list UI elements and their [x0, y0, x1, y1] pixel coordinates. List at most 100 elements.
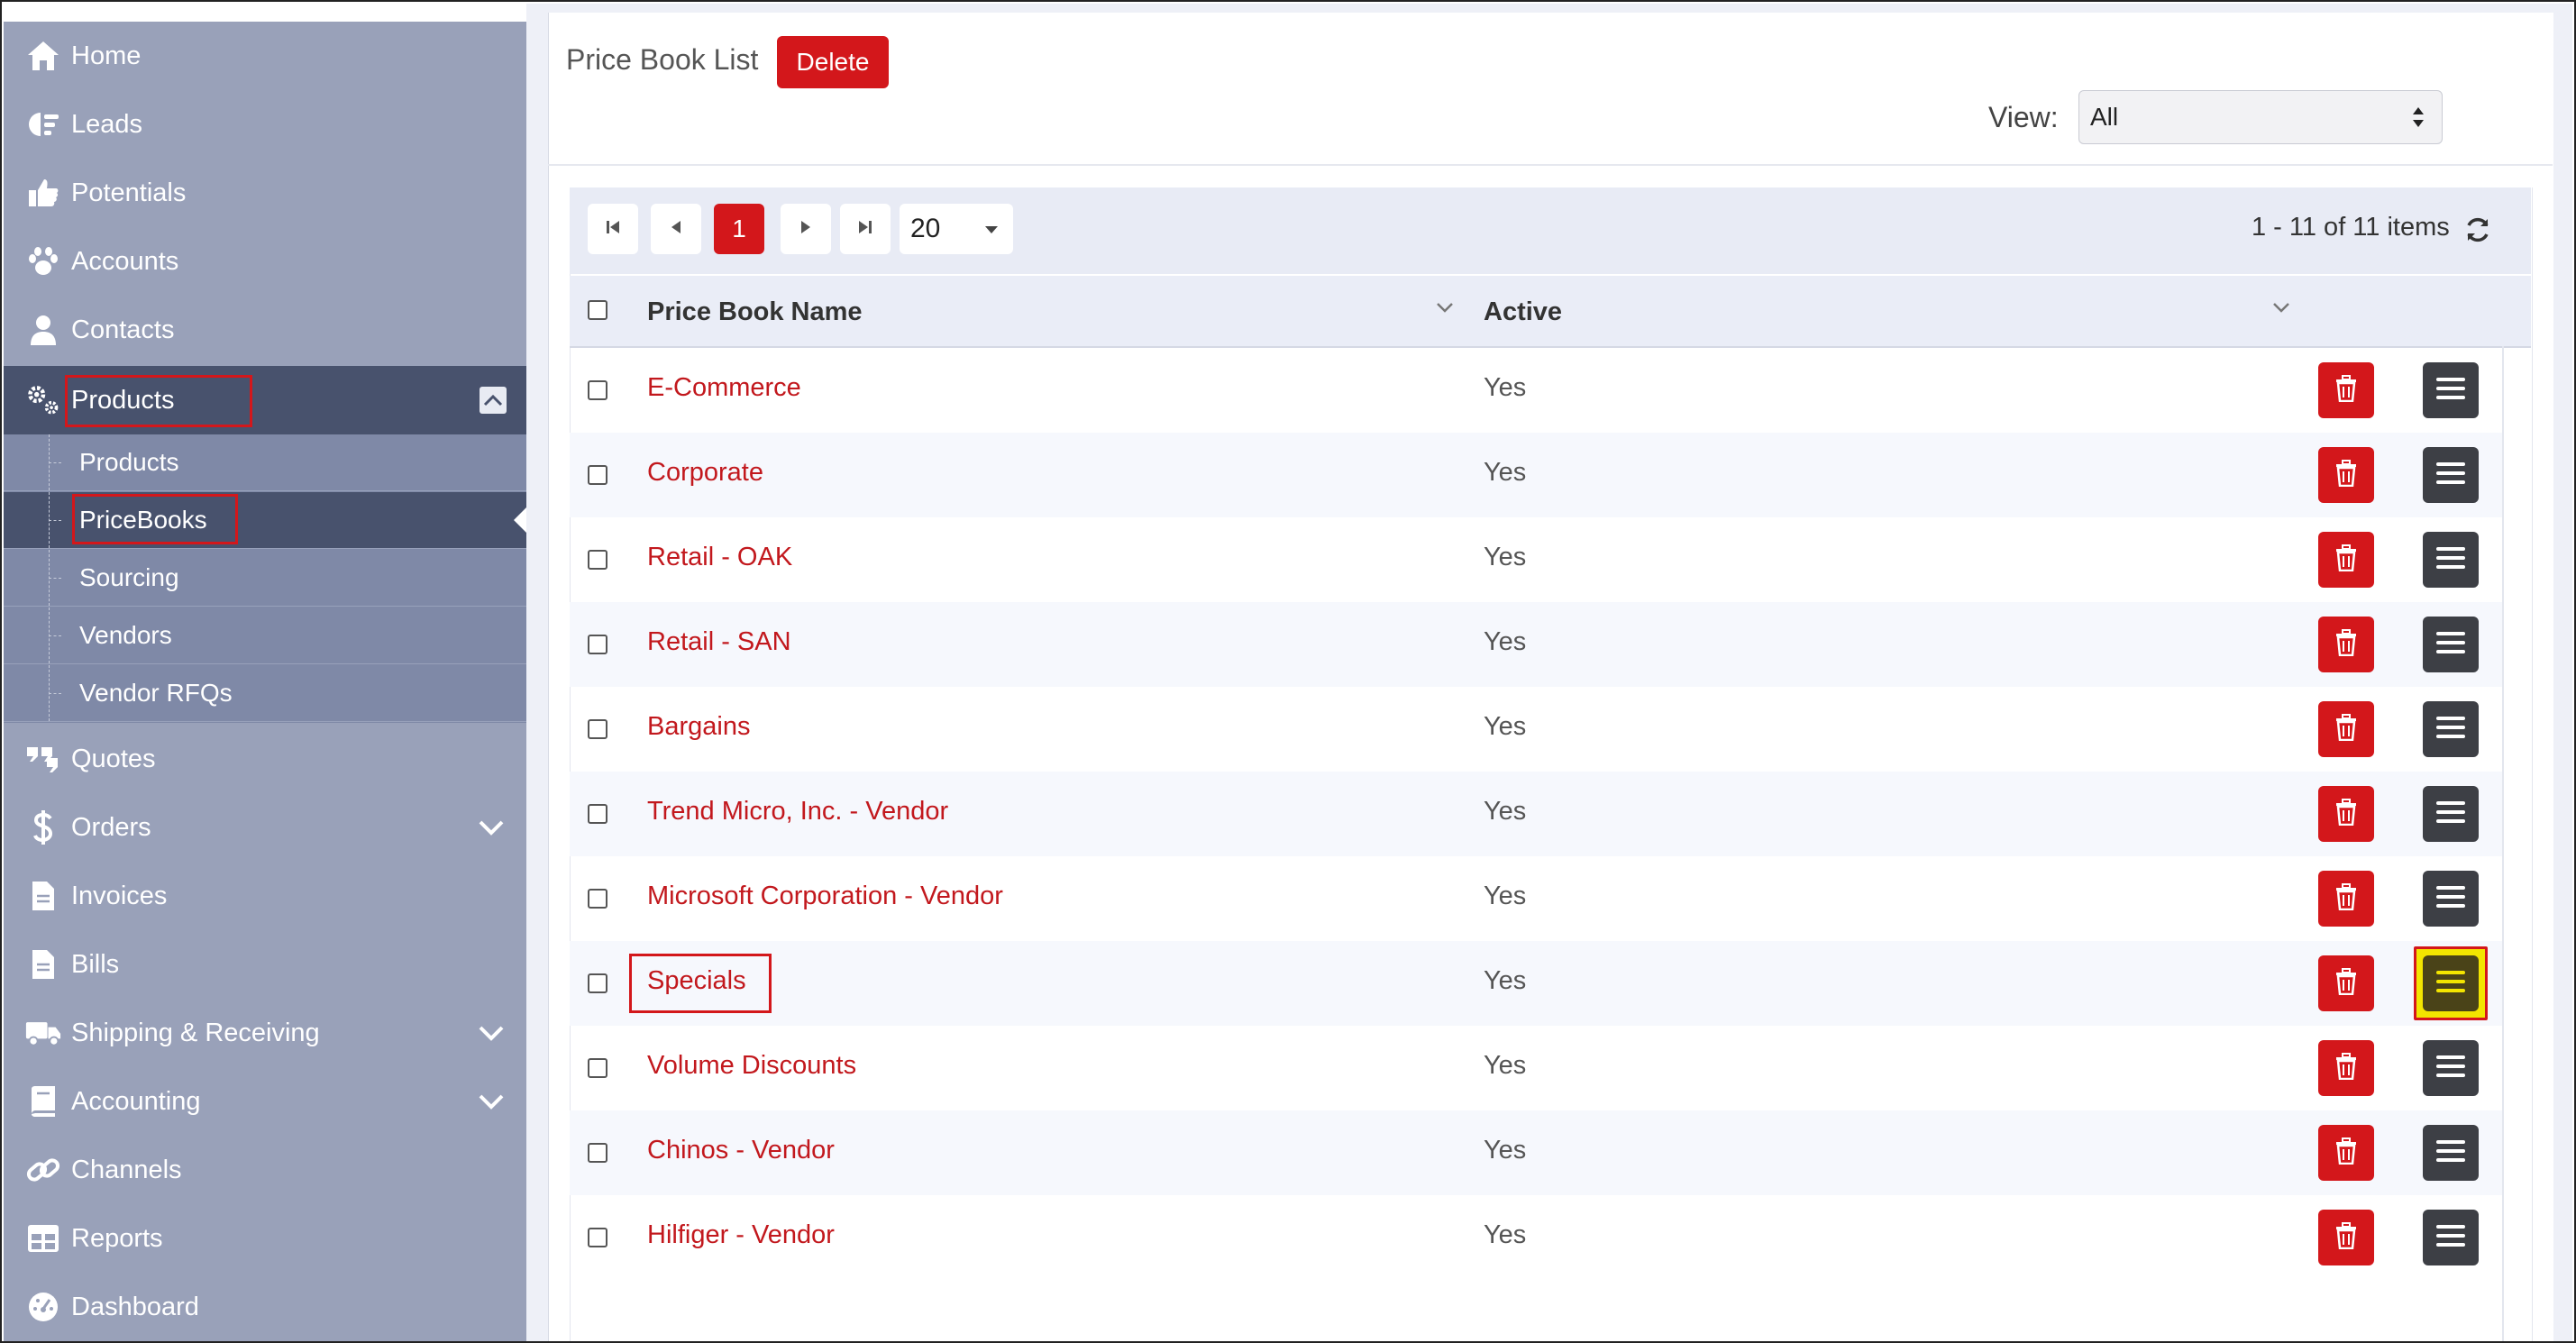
price-book-name-link[interactable]: Volume Discounts	[647, 1051, 856, 1081]
sidebar-item-bills[interactable]: Bills	[4, 930, 526, 999]
select-arrows-icon	[2411, 104, 2425, 134]
delete-button[interactable]: Delete	[777, 36, 889, 88]
row-checkbox[interactable]	[588, 380, 607, 400]
row-checkbox[interactable]	[588, 1228, 607, 1247]
row-menu-button[interactable]	[2423, 1125, 2479, 1181]
sidebar-item-label: Accounting	[71, 1086, 201, 1116]
price-book-name-link[interactable]: Retail - SAN	[647, 627, 791, 657]
row-checkbox[interactable]	[588, 1143, 607, 1163]
price-book-name-link[interactable]: E-Commerce	[647, 373, 801, 403]
column-menu-chevron-icon[interactable]	[2271, 301, 2291, 321]
sidebar-subitem-products[interactable]: Products	[4, 434, 526, 491]
trash-icon	[2334, 628, 2358, 661]
prev-page-button[interactable]	[651, 204, 701, 254]
sidebar-subitem-pricebooks[interactable]: PriceBooks	[4, 492, 526, 549]
delete-row-button[interactable]	[2318, 1040, 2374, 1096]
delete-row-button[interactable]	[2318, 362, 2374, 418]
row-checkbox[interactable]	[588, 973, 607, 993]
chevron-down-icon[interactable]	[476, 1086, 507, 1117]
row-menu-button[interactable]	[2423, 955, 2479, 1011]
price-book-name-link[interactable]: Bargains	[647, 712, 750, 742]
delete-row-button[interactable]	[2318, 617, 2374, 672]
view-select[interactable]: All	[2078, 90, 2443, 144]
sidebar-item-products[interactable]: Products	[4, 366, 526, 435]
grid-scrollbar-track[interactable]	[2502, 346, 2504, 1341]
row-checkbox[interactable]	[588, 465, 607, 485]
column-header-active[interactable]: Active	[1484, 297, 1562, 327]
user-icon	[25, 312, 61, 348]
chevron-down-icon[interactable]	[476, 1018, 507, 1048]
delete-row-button[interactable]	[2318, 1125, 2374, 1181]
sidebar-item-reports[interactable]: Reports	[4, 1204, 526, 1273]
column-header-name[interactable]: Price Book Name	[647, 297, 863, 327]
row-menu-button[interactable]	[2423, 617, 2479, 672]
active-value: Yes	[1484, 712, 1527, 741]
sidebar-item-label: Accounts	[71, 246, 179, 276]
row-checkbox[interactable]	[588, 1058, 607, 1078]
price-book-name-link[interactable]: Retail - OAK	[647, 543, 792, 572]
row-checkbox[interactable]	[588, 804, 607, 824]
price-book-name-link[interactable]: Trend Micro, Inc. - Vendor	[647, 797, 948, 827]
delete-row-button[interactable]	[2318, 1210, 2374, 1265]
delete-row-button[interactable]	[2318, 701, 2374, 757]
chevron-down-icon[interactable]	[476, 812, 507, 843]
row-checkbox[interactable]	[588, 719, 607, 739]
sidebar-subitem-vendors[interactable]: Vendors	[4, 608, 526, 664]
row-menu-button[interactable]	[2423, 871, 2479, 927]
price-book-name-link[interactable]: Chinos - Vendor	[647, 1136, 835, 1165]
page-size-select[interactable]: 20	[900, 204, 1013, 254]
sidebar-subitem-label: Sourcing	[79, 563, 179, 591]
hamburger-icon	[2435, 716, 2466, 744]
first-page-button[interactable]	[588, 204, 638, 254]
dollar-icon	[25, 809, 61, 845]
active-caret-icon	[514, 507, 526, 533]
document-icon	[25, 878, 61, 914]
sidebar-item-invoices[interactable]: Invoices	[4, 862, 526, 930]
row-menu-button[interactable]	[2423, 362, 2479, 418]
row-checkbox[interactable]	[588, 635, 607, 654]
row-checkbox[interactable]	[588, 550, 607, 570]
trash-icon	[2334, 374, 2358, 407]
hamburger-icon	[2435, 1055, 2466, 1083]
sidebar-item-leads[interactable]: Leads	[4, 90, 526, 159]
select-all-checkbox[interactable]	[588, 300, 607, 320]
column-menu-chevron-icon[interactable]	[1435, 301, 1455, 321]
row-menu-button[interactable]	[2423, 532, 2479, 588]
chevron-up-icon[interactable]	[480, 387, 507, 414]
sidebar-item-home[interactable]: Home	[4, 22, 526, 90]
sidebar-item-dashboard[interactable]: Dashboard	[4, 1273, 526, 1341]
sidebar-item-orders[interactable]: Orders	[4, 793, 526, 862]
sidebar-item-channels[interactable]: Channels	[4, 1136, 526, 1204]
sidebar-subitem-sourcing[interactable]: Sourcing	[4, 550, 526, 607]
sidebar-item-quotes[interactable]: Quotes	[4, 725, 526, 793]
delete-row-button[interactable]	[2318, 871, 2374, 927]
hamburger-icon	[2435, 970, 2466, 998]
table-row: Trend Micro, Inc. - Vendor Yes	[570, 772, 2502, 856]
view-label: View:	[1988, 101, 2059, 133]
row-menu-button[interactable]	[2423, 786, 2479, 842]
delete-row-button[interactable]	[2318, 447, 2374, 503]
refresh-icon[interactable]	[2462, 215, 2493, 245]
row-menu-button[interactable]	[2423, 701, 2479, 757]
price-book-name-link[interactable]: Hilfiger - Vendor	[647, 1220, 835, 1250]
trash-icon	[2334, 1052, 2358, 1084]
delete-row-button[interactable]	[2318, 532, 2374, 588]
delete-row-button[interactable]	[2318, 955, 2374, 1011]
price-book-name-link[interactable]: Specials	[647, 966, 746, 996]
row-menu-button[interactable]	[2423, 447, 2479, 503]
sidebar-item-accounts[interactable]: Accounts	[4, 227, 526, 296]
sidebar-subitem-vendor-rfqs[interactable]: Vendor RFQs	[4, 665, 526, 722]
last-page-button[interactable]	[840, 204, 891, 254]
row-menu-button[interactable]	[2423, 1210, 2479, 1265]
sidebar-item-contacts[interactable]: Contacts	[4, 296, 526, 364]
current-page-button[interactable]: 1	[714, 204, 764, 254]
sidebar-item-potentials[interactable]: Potentials	[4, 159, 526, 227]
sidebar-item-accounting[interactable]: Accounting	[4, 1067, 526, 1136]
row-menu-button[interactable]	[2423, 1040, 2479, 1096]
sidebar-item-shipping-receiving[interactable]: Shipping & Receiving	[4, 999, 526, 1067]
price-book-name-link[interactable]: Corporate	[647, 458, 763, 488]
next-page-button[interactable]	[781, 204, 831, 254]
row-checkbox[interactable]	[588, 889, 607, 909]
delete-row-button[interactable]	[2318, 786, 2374, 842]
price-book-name-link[interactable]: Microsoft Corporation - Vendor	[647, 882, 1003, 911]
